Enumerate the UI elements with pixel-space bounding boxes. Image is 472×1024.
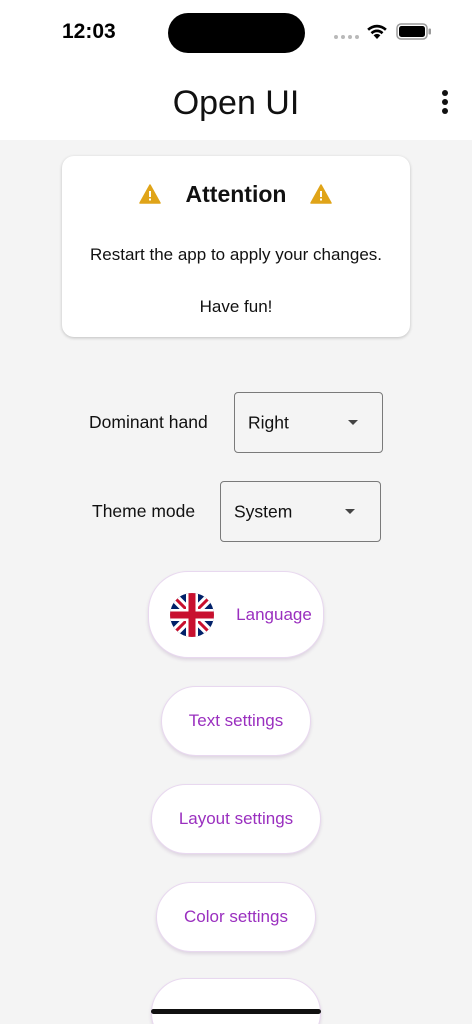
text-settings-label: Text settings [188, 711, 284, 730]
chevron-down-icon [345, 508, 355, 514]
layout-settings-label: Layout settings [178, 809, 294, 828]
text-settings-button[interactable]: Text settings [161, 686, 311, 756]
dominant-hand-dropdown[interactable]: Right [234, 392, 383, 453]
language-button[interactable]: Language [148, 571, 324, 658]
attention-card: Attention Restart the app to apply your … [62, 156, 410, 337]
app-header: 12:03 Open UI [0, 0, 472, 140]
attention-footer: Have fun! [199, 297, 273, 316]
wifi-icon [367, 24, 387, 39]
dominant-hand-value: Right [248, 412, 289, 432]
battery-icon [396, 23, 431, 40]
attention-title: Attention [185, 181, 287, 207]
color-settings-button[interactable]: Color settings [156, 882, 316, 952]
more-settings-button[interactable] [151, 978, 321, 1024]
page-title: Open UI [172, 84, 300, 122]
dominant-hand-label: Dominant hand [89, 412, 208, 432]
language-button-label: Language [236, 604, 312, 624]
theme-mode-dropdown[interactable]: System [220, 481, 381, 542]
home-indicator[interactable] [151, 1009, 321, 1014]
more-vert-icon[interactable] [434, 88, 456, 120]
theme-mode-label: Theme mode [92, 501, 196, 521]
chevron-down-icon [348, 419, 358, 425]
status-time: 12:03 [62, 20, 116, 43]
attention-message: Restart the app to apply your changes. [89, 245, 382, 264]
layout-settings-button[interactable]: Layout settings [151, 784, 321, 854]
cellular-signal-icon [334, 35, 360, 41]
theme-mode-value: System [234, 501, 293, 521]
dynamic-island [168, 13, 305, 53]
color-settings-label: Color settings [184, 907, 288, 926]
warning-icon [310, 184, 332, 204]
